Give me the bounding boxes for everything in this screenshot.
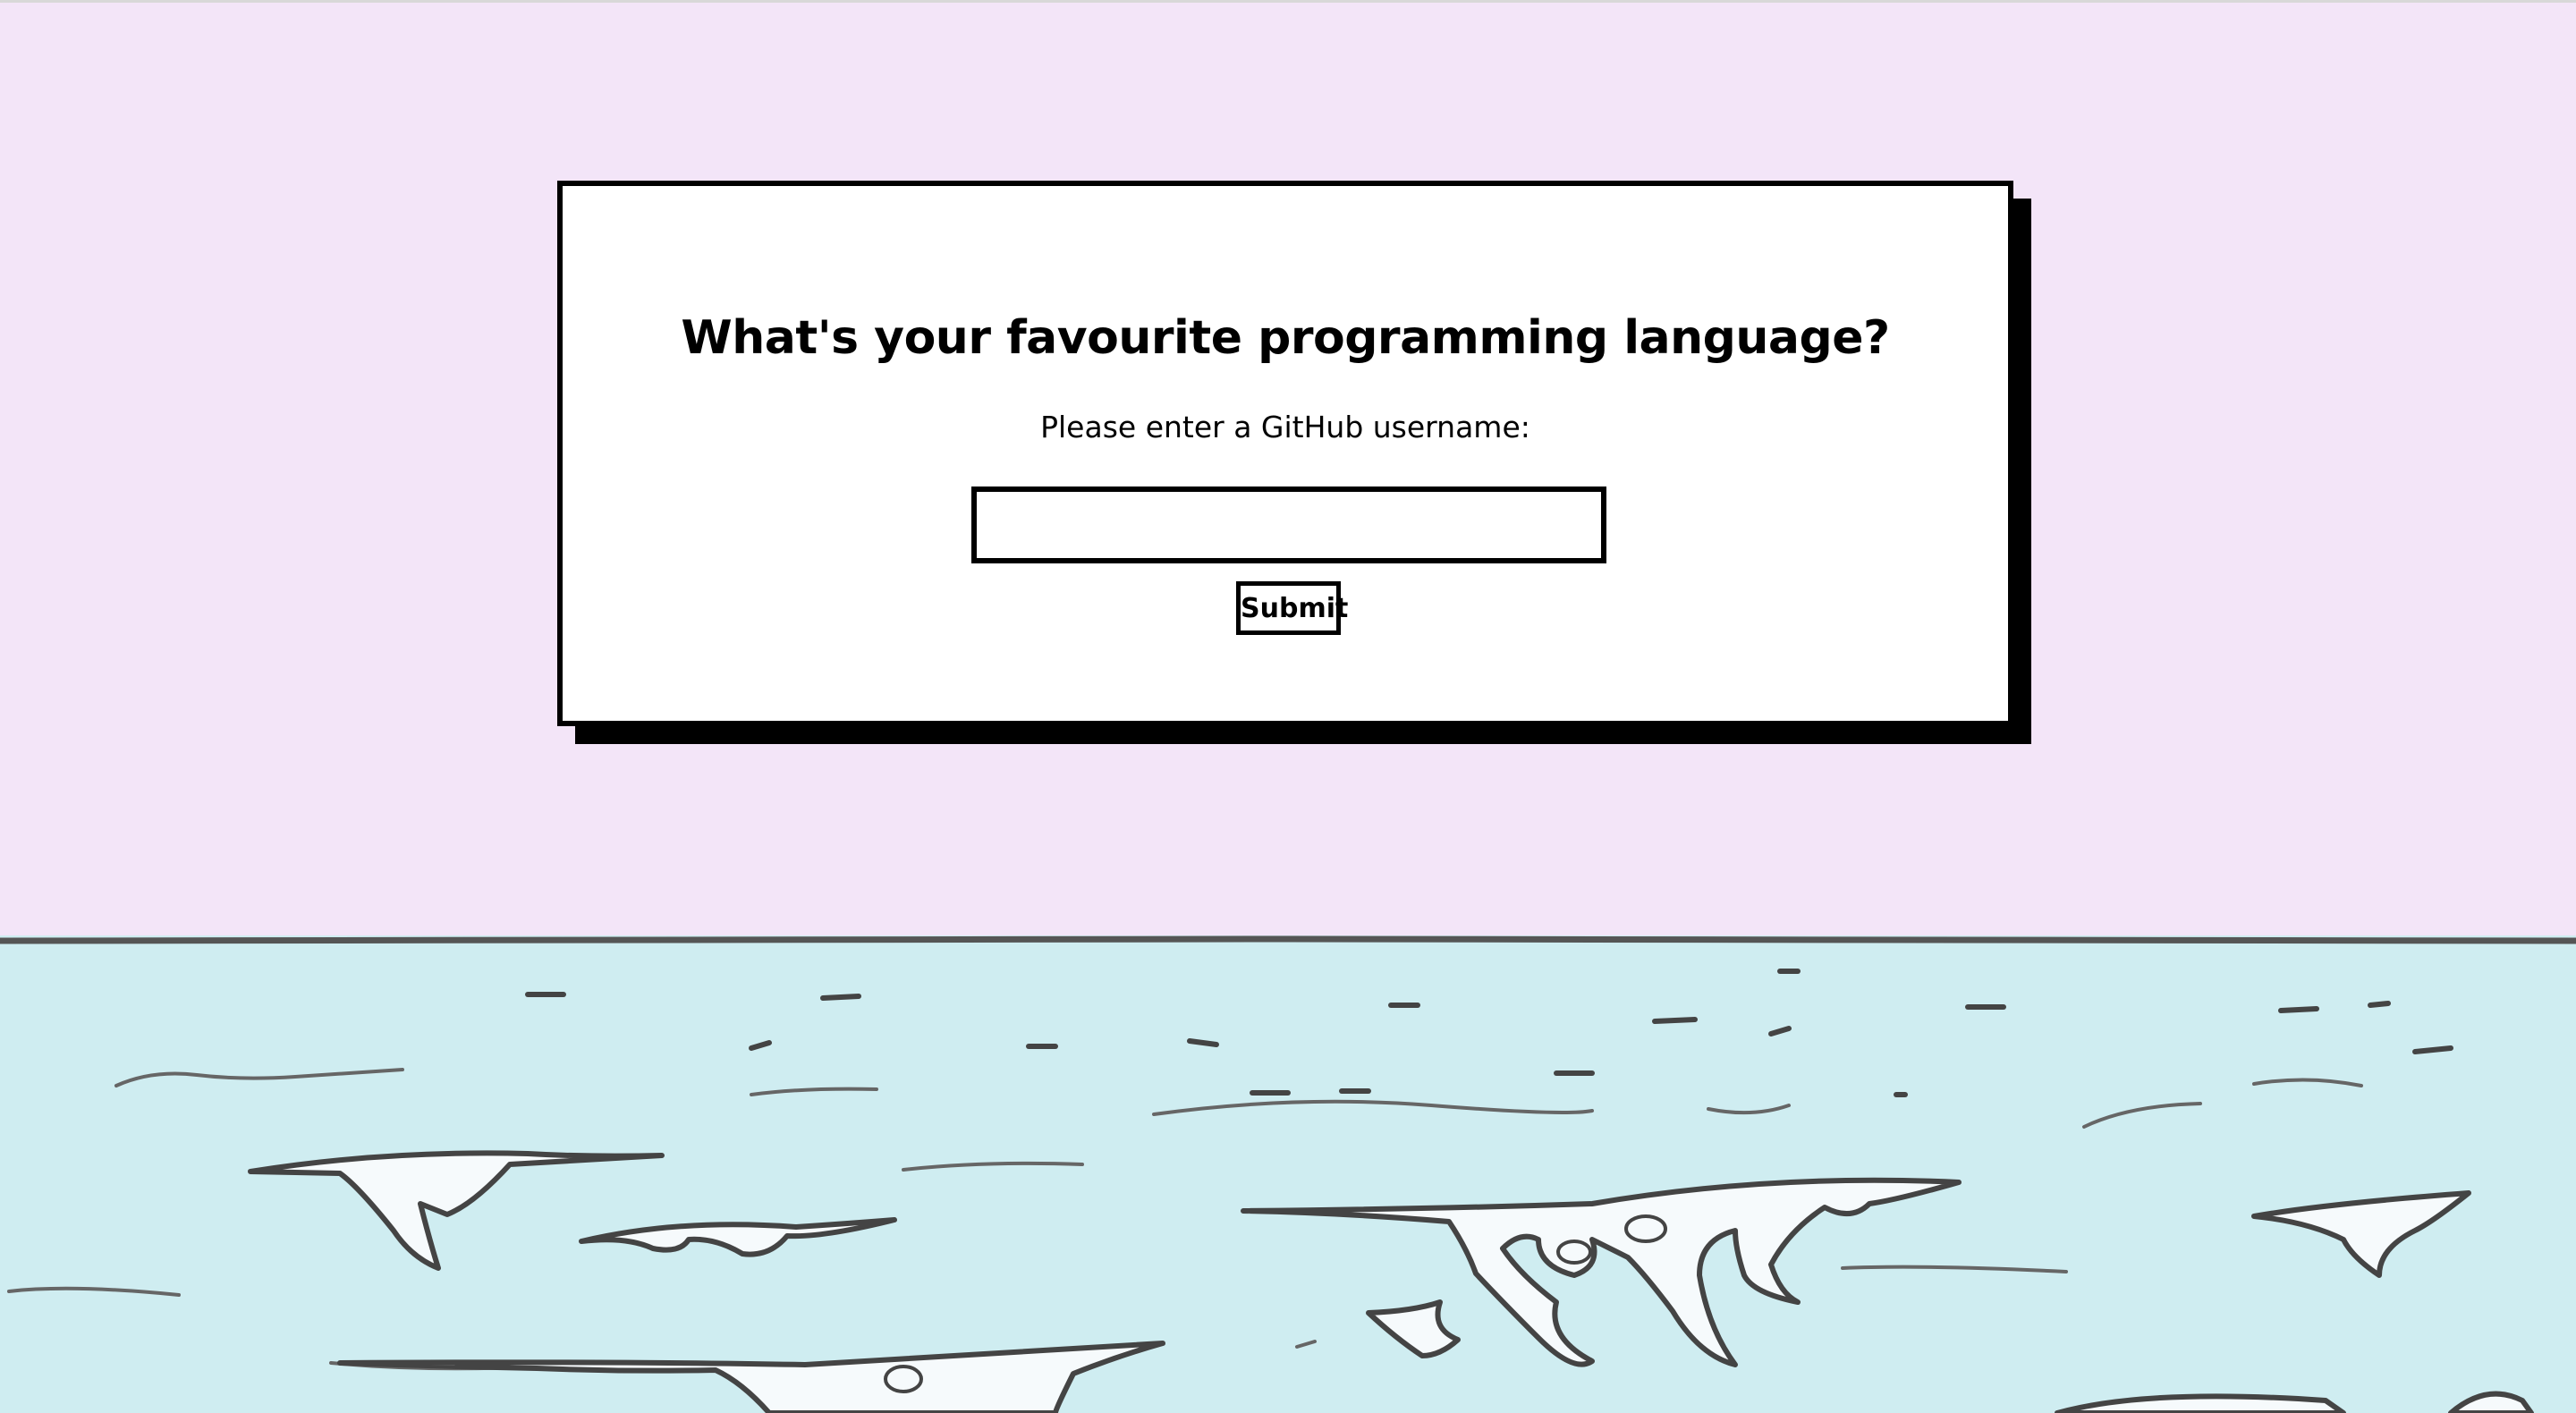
- sea-illustration: [0, 935, 2576, 1413]
- question-card: What's your favourite programming langua…: [557, 181, 2013, 726]
- top-divider: [0, 0, 2576, 3]
- submit-button[interactable]: Submit: [1236, 581, 1348, 635]
- username-prompt: Please enter a GitHub username:: [1040, 410, 1530, 444]
- page-title: What's your favourite programming langua…: [681, 311, 1890, 365]
- username-input[interactable]: [971, 487, 1606, 563]
